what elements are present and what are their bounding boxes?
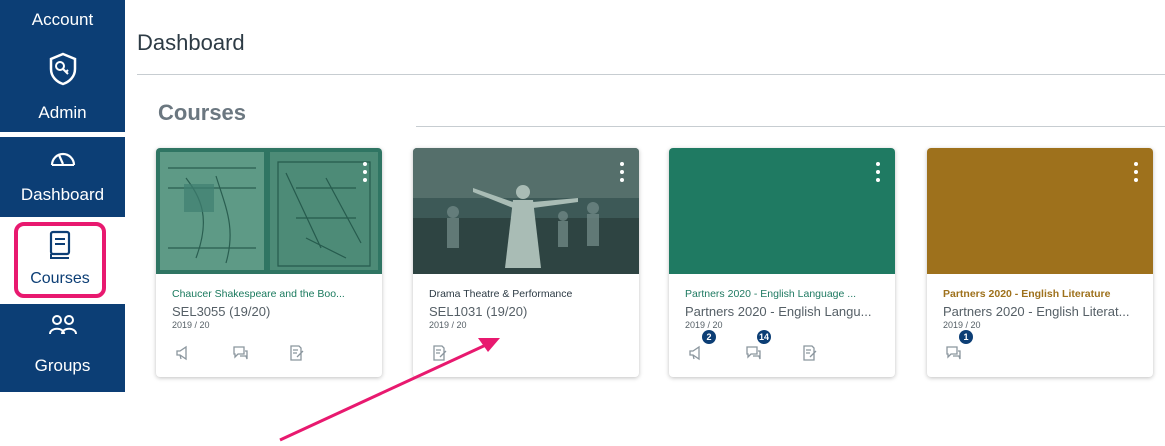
course-name[interactable]: Partners 2020 - English Literature <box>943 288 1143 300</box>
announcements-icon[interactable] <box>687 344 705 362</box>
global-navigation: Account Admin Dashboard Courses Groups <box>0 0 125 392</box>
card-hero-color[interactable] <box>927 148 1153 274</box>
courses-book-icon <box>14 230 106 260</box>
course-code: SEL3055 (19/20) <box>172 304 271 319</box>
course-card[interactable]: Drama Theatre & Performance SEL1031 (19/… <box>413 148 639 377</box>
card-options-icon[interactable] <box>362 162 368 184</box>
assignments-icon[interactable] <box>801 344 819 362</box>
course-term: 2019 / 20 <box>685 320 723 330</box>
assignments-icon[interactable] <box>431 344 449 362</box>
nav-account-label[interactable]: Account <box>0 10 125 30</box>
announcements-badge: 2 <box>702 330 716 344</box>
discussions-icon[interactable] <box>232 344 250 362</box>
course-term: 2019 / 20 <box>429 320 467 330</box>
announcements-icon[interactable] <box>174 344 192 362</box>
nav-courses[interactable]: Courses <box>14 222 106 298</box>
discussions-icon[interactable] <box>745 344 763 362</box>
card-hero-image[interactable] <box>156 148 382 274</box>
nav-dashboard-label: Dashboard <box>20 185 105 204</box>
nav-groups-label: Groups <box>34 356 91 375</box>
section-title: Courses <box>158 100 247 125</box>
course-code: Partners 2020 - English Langu... <box>685 304 872 319</box>
course-code: SEL1031 (19/20) <box>429 304 528 319</box>
course-card[interactable]: Chaucer Shakespeare and the Boo... SEL30… <box>156 148 382 377</box>
nav-groups[interactable]: Groups <box>0 304 125 392</box>
assignments-icon[interactable] <box>288 344 306 362</box>
card-options-icon[interactable] <box>1133 162 1139 184</box>
discussions-badge: 1 <box>959 330 973 344</box>
course-card[interactable]: Partners 2020 - English Literature Partn… <box>927 148 1153 377</box>
nav-account-admin-group: Account Admin <box>0 0 125 132</box>
nav-admin-label[interactable]: Admin <box>0 103 125 123</box>
course-name[interactable]: Drama Theatre & Performance <box>429 288 629 300</box>
discussions-icon[interactable] <box>945 344 963 362</box>
admin-shield-icon[interactable] <box>0 52 125 86</box>
card-hero-image[interactable] <box>413 148 639 274</box>
course-term: 2019 / 20 <box>943 320 981 330</box>
course-card[interactable]: Partners 2020 - English Language ... Par… <box>669 148 895 377</box>
course-term: 2019 / 20 <box>172 320 210 330</box>
groups-people-icon <box>0 314 125 336</box>
card-hero-color[interactable] <box>669 148 895 274</box>
course-name[interactable]: Partners 2020 - English Language ... <box>685 288 885 300</box>
page-title: Dashboard <box>137 30 245 55</box>
course-code: Partners 2020 - English Literat... <box>943 304 1130 319</box>
card-options-icon[interactable] <box>619 162 625 184</box>
card-options-icon[interactable] <box>875 162 881 184</box>
nav-dashboard[interactable]: Dashboard <box>0 137 125 217</box>
discussions-badge: 14 <box>757 330 772 344</box>
section-divider <box>416 126 1165 127</box>
nav-courses-label: Courses <box>30 270 90 287</box>
course-name[interactable]: Chaucer Shakespeare and the Boo... <box>172 288 372 300</box>
dashboard-gauge-icon <box>0 143 125 169</box>
header-divider <box>137 74 1165 75</box>
